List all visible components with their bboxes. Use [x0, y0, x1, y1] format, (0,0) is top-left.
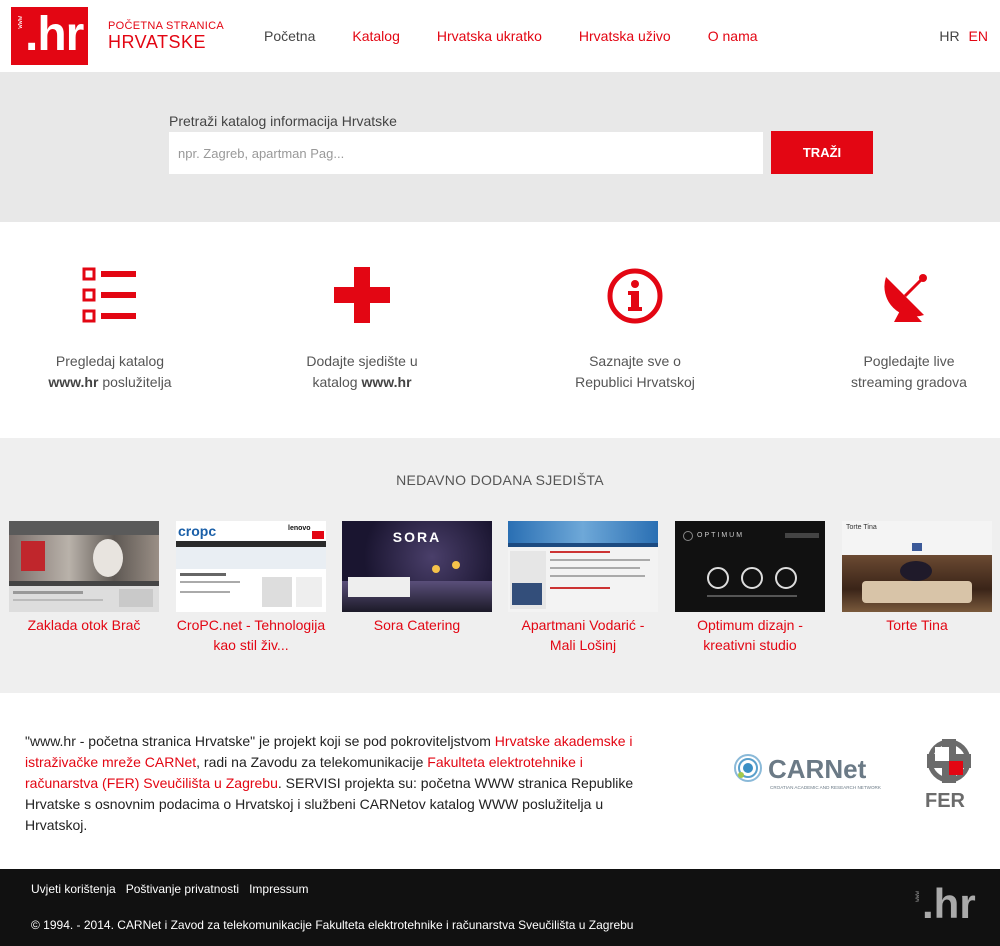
fer-logo-text: FER	[925, 790, 966, 812]
site-thumbnail[interactable]: OPTIMUM	[675, 521, 825, 612]
search-button[interactable]: TRAŽI	[771, 131, 873, 174]
site-thumbnail[interactable]	[9, 521, 159, 612]
main-nav: Početna Katalog Hrvatska ukratko Hrvatsk…	[264, 28, 795, 44]
site-footer: Uvjeti korištenja Poštivanje privatnosti…	[0, 869, 1000, 946]
site-logo[interactable]: www .hr	[11, 7, 88, 65]
search-section: Pretraži katalog informacija Hrvatske TR…	[0, 72, 1000, 222]
recent-site-item[interactable]: Zaklada otok Brač	[9, 521, 159, 635]
info-icon	[525, 267, 745, 337]
thumb-sora-text: SORA	[392, 529, 442, 545]
site-header: www .hr POČETNA STRANICA HRVATSKE Početn…	[0, 0, 1000, 72]
site-thumbnail[interactable]	[508, 521, 658, 612]
recent-site-link[interactable]: Apartmani Vodarić - Mali Lošinj	[508, 615, 658, 655]
recent-site-item[interactable]: Apartmani Vodarić - Mali Lošinj	[508, 521, 658, 655]
feature-add-site-line1: Dodajte sjedište u	[306, 353, 418, 369]
recent-sites-section: NEDAVNO DODANA SJEDIŠTA Zaklada otok Bra…	[0, 438, 1000, 693]
nav-katalog[interactable]: Katalog	[352, 28, 399, 44]
site-thumbnail[interactable]: SORA	[342, 521, 492, 612]
search-input[interactable]	[169, 132, 763, 174]
site-brand[interactable]: POČETNA STRANICA HRVATSKE	[108, 20, 224, 52]
lang-hr-link[interactable]: HR	[939, 28, 959, 44]
recent-site-item[interactable]: SORA Sora Catering	[342, 521, 492, 635]
thumb-lenovo-text: lenovo	[288, 525, 311, 532]
features-section: Pregledaj katalog www.hr poslužitelja Do…	[0, 222, 1000, 438]
carnet-logo[interactable]: CARNet CROATIAN ACADEMIC AND RESEARCH NE…	[732, 751, 882, 798]
recent-site-item[interactable]: OPTIMUM Optimum dizajn - kreativni studi…	[675, 521, 825, 655]
feature-catalog-text: Pregledaj katalog www.hr poslužitelja	[0, 351, 220, 393]
feature-catalog-line1: Pregledaj katalog	[55, 353, 165, 369]
feature-about-croatia-text: Saznajte sve o Republici Hrvatskoj	[525, 351, 745, 393]
about-text-part2: , radi na Zavodu za telekomunikacije	[196, 754, 428, 770]
feature-about-croatia[interactable]: Saznajte sve o Republici Hrvatskoj	[525, 267, 745, 393]
footer-link-privacy[interactable]: Poštivanje privatnosti	[126, 882, 239, 896]
feature-live-line1: Pogledajte live	[863, 353, 955, 369]
footer-link-terms[interactable]: Uvjeti korištenja	[31, 882, 116, 896]
language-switcher: HR EN	[934, 28, 988, 44]
feature-catalog-bold: www.hr	[48, 374, 99, 390]
nav-pocetna[interactable]: Početna	[264, 28, 315, 44]
feature-about-line1: Saznajte sve o	[589, 353, 681, 369]
feature-add-site-bold: www.hr	[361, 374, 412, 390]
feature-live-line2: streaming gradova	[851, 374, 967, 390]
footer-links: Uvjeti korištenja Poštivanje privatnosti…	[31, 882, 318, 896]
thumb-cropc-text: cropc	[178, 523, 217, 539]
recent-site-link[interactable]: CroPC.net - Tehnologija kao stil živ...	[176, 615, 326, 655]
about-text: "www.hr - početna stranica Hrvatske" je …	[25, 731, 655, 836]
site-thumbnail[interactable]: Torte Tina	[842, 521, 992, 612]
recent-site-link[interactable]: Optimum dizajn - kreativni studio	[675, 615, 825, 655]
feature-catalog-rest: poslužitelja	[98, 374, 172, 390]
copyright-text: © 1994. - 2014. CARNet i Zavod za teleko…	[31, 918, 634, 932]
lang-en-link[interactable]: EN	[969, 28, 988, 44]
brand-title: HRVATSKE	[108, 32, 207, 52]
nav-o-nama[interactable]: O nama	[708, 28, 758, 44]
feature-live-streaming[interactable]: Pogledajte live streaming gradova	[799, 267, 1000, 393]
plus-icon	[252, 267, 472, 337]
feature-add-site-text: Dodajte sjedište u katalog www.hr	[252, 351, 472, 393]
nav-hrvatska-uzivo[interactable]: Hrvatska uživo	[579, 28, 671, 44]
recent-site-link[interactable]: Zaklada otok Brač	[9, 615, 159, 635]
logo-hr-text: .hr	[25, 8, 84, 61]
thumb-torte-text: Torte Tina	[846, 524, 877, 531]
recent-sites-title: NEDAVNO DODANA SJEDIŠTA	[396, 472, 604, 488]
nav-hrvatska-ukratko[interactable]: Hrvatska ukratko	[437, 28, 542, 44]
recent-site-link[interactable]: Sora Catering	[342, 615, 492, 635]
thumb-optimum-text: OPTIMUM	[697, 532, 745, 539]
search-label: Pretraži katalog informacija Hrvatske	[169, 113, 397, 129]
feature-add-site-pre: katalog	[312, 374, 362, 390]
feature-add-site[interactable]: Dodajte sjedište u katalog www.hr	[252, 267, 472, 393]
feature-live-text: Pogledajte live streaming gradova	[799, 351, 1000, 393]
carnet-logo-subtext: CROATIAN ACADEMIC AND RESEARCH NETWORK	[770, 785, 882, 790]
recent-site-item[interactable]: Torte Tina Torte Tina	[842, 521, 992, 635]
fer-logo[interactable]: FER	[922, 737, 976, 818]
footer-logo-hr: .hr	[922, 880, 976, 927]
about-text-part1: "www.hr - početna stranica Hrvatske" je …	[25, 733, 495, 749]
recent-site-item[interactable]: cropc lenovo CroPC.net - Tehnologija kao…	[176, 521, 326, 655]
feature-catalog[interactable]: Pregledaj katalog www.hr poslužitelja	[0, 267, 220, 393]
feature-about-line2: Republici Hrvatskoj	[575, 374, 695, 390]
list-icon	[0, 267, 220, 337]
satellite-dish-icon	[799, 267, 1000, 337]
footer-link-impressum[interactable]: Impressum	[249, 882, 308, 896]
recent-site-link[interactable]: Torte Tina	[842, 615, 992, 635]
site-thumbnail[interactable]: cropc lenovo	[176, 521, 326, 612]
brand-subtitle: POČETNA STRANICA	[108, 20, 225, 32]
carnet-logo-text: CARNet	[768, 754, 867, 784]
footer-logo-www: www	[914, 891, 921, 902]
about-section: "www.hr - početna stranica Hrvatske" je …	[0, 693, 1000, 869]
